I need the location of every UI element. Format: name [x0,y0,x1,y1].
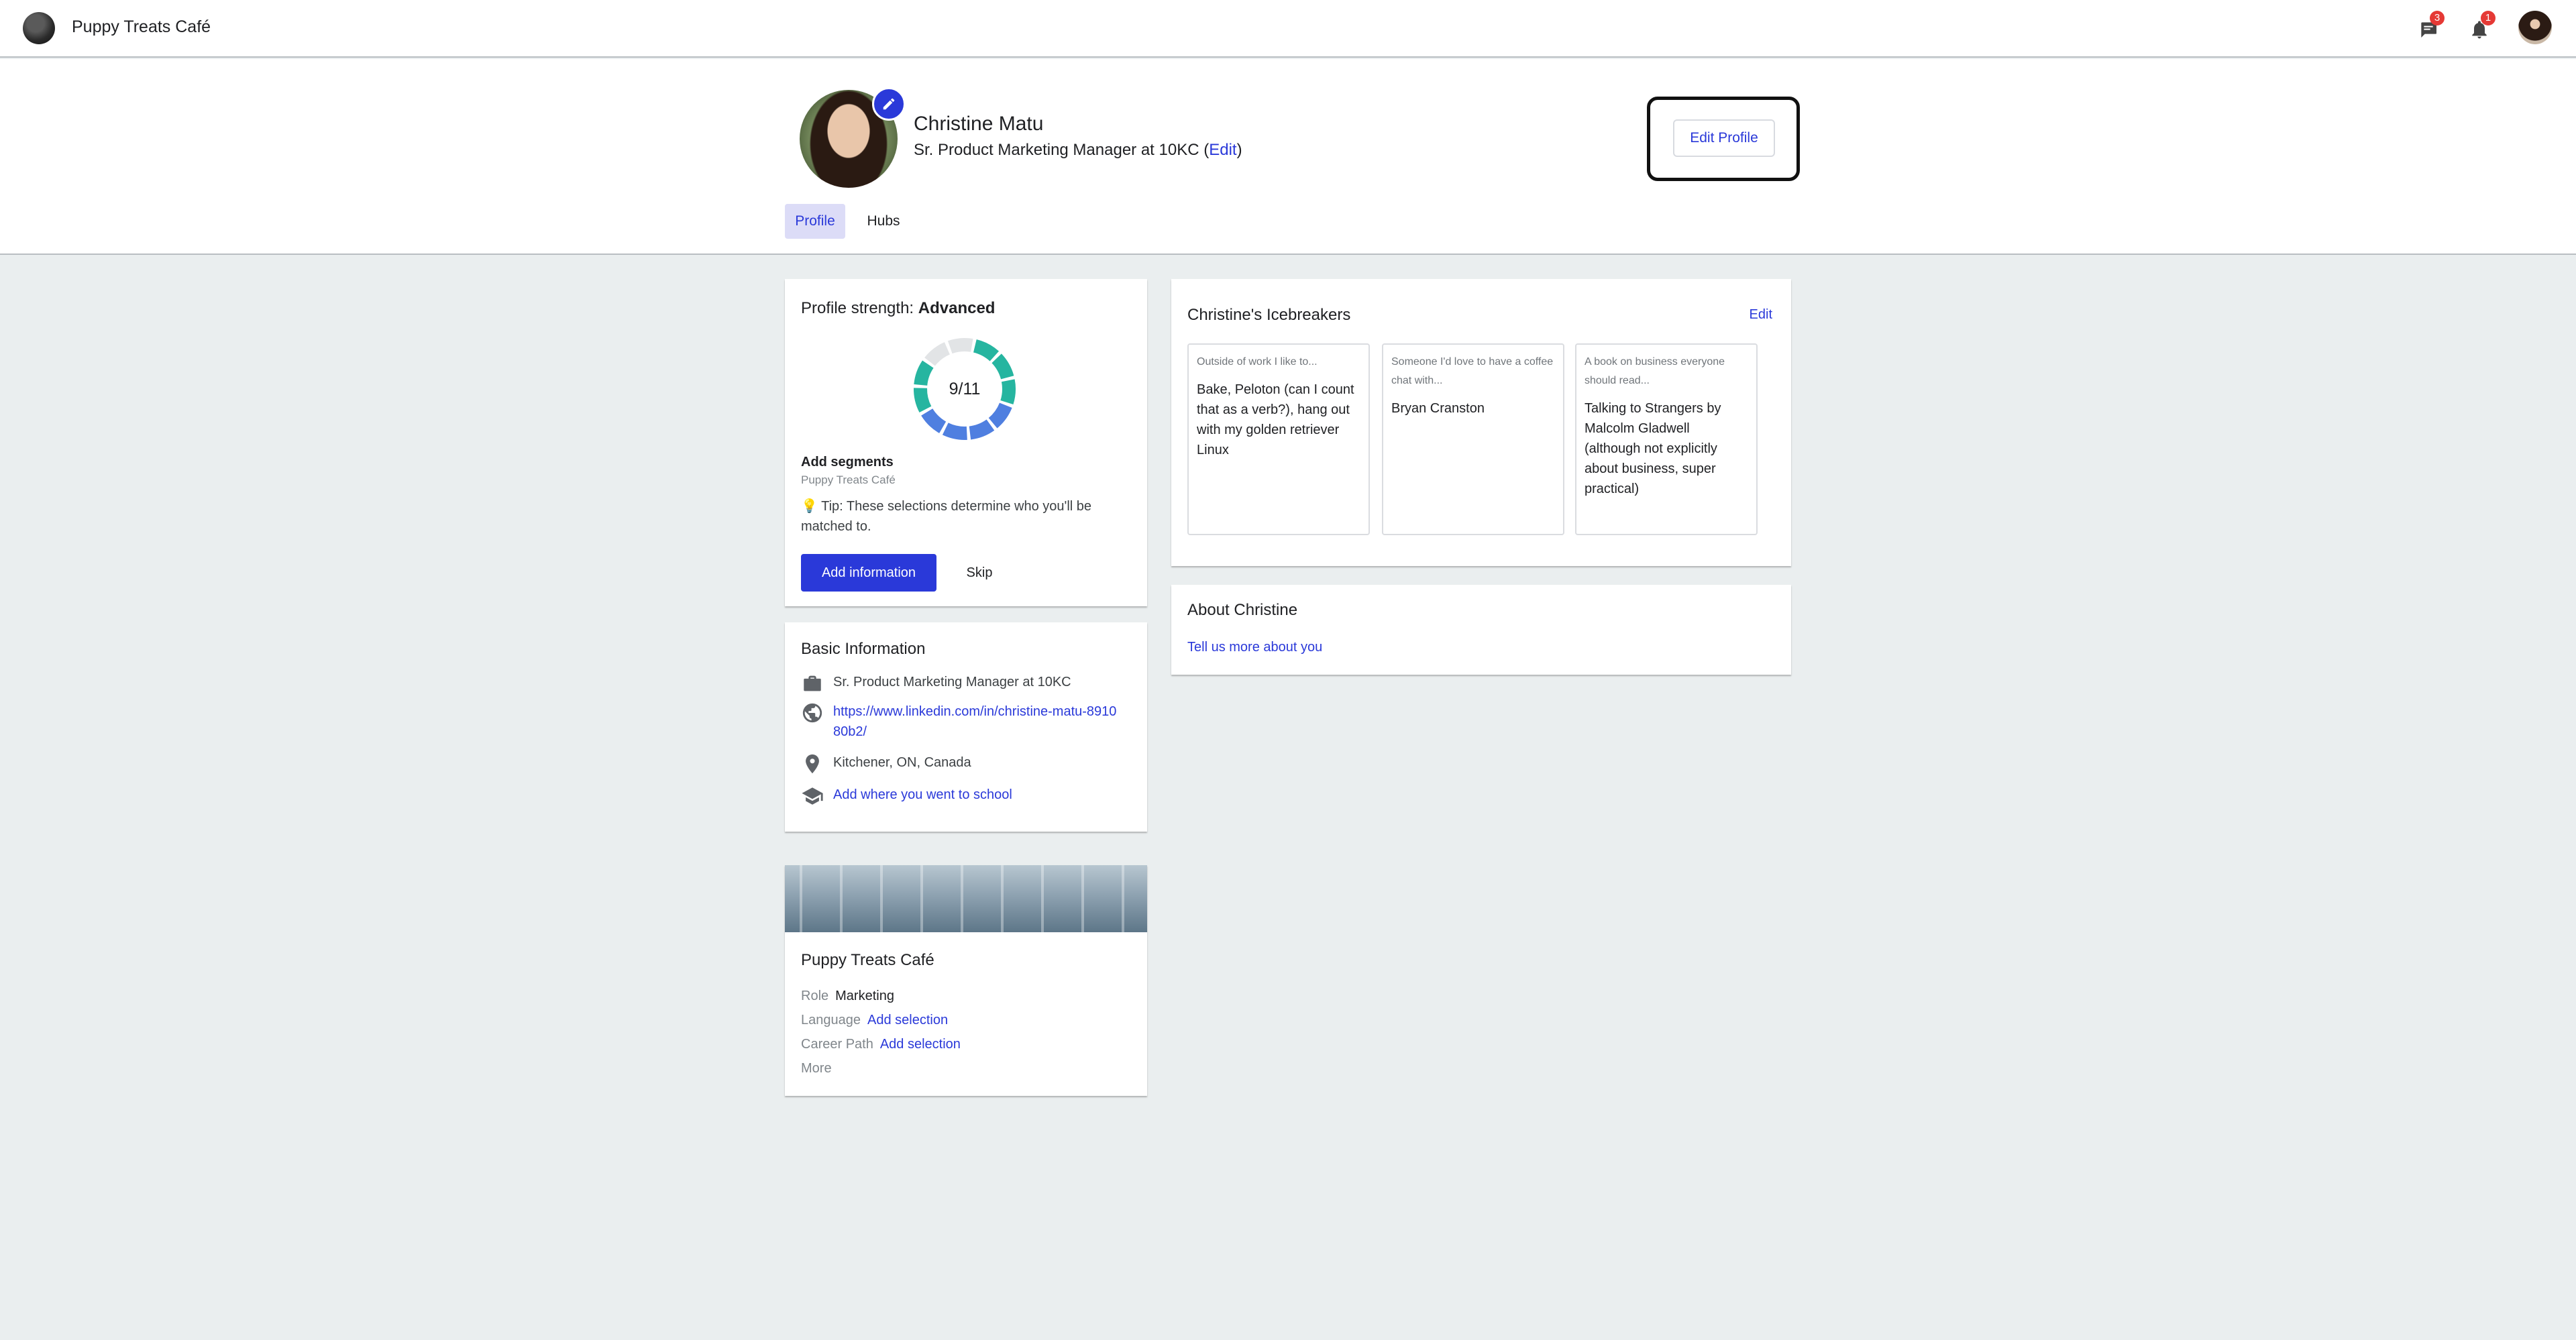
language-label: Language [801,1013,861,1027]
icebreaker-item: Someone I'd love to have a coffee chat w… [1382,343,1564,535]
tab-profile[interactable]: Profile [785,204,845,239]
messages-icon[interactable]: 3 [2418,11,2445,40]
school-row: Add where you went to school [801,785,1012,809]
bell-icon[interactable]: 1 [2469,11,2496,40]
icebreaker-prompt: Someone I'd love to have a coffee chat w… [1391,356,1554,386]
hub-card: Puppy Treats Café Role Marketing Language… [785,865,1147,1096]
brand-name[interactable]: Puppy Treats Café [72,17,211,37]
skip-button[interactable]: Skip [957,554,1002,592]
pencil-icon [883,98,895,110]
add-segments-subtitle: Puppy Treats Café [801,473,896,486]
add-school-link[interactable]: Add where you went to school [833,785,1012,805]
hub-language-row: Language Add selection [801,1010,948,1030]
tip-text: 💡 Tip: These selections determine who yo… [801,496,1130,537]
career-path-label: Career Path [801,1037,873,1052]
icebreaker-answer: Bake, Peloton (can I count that as a ver… [1197,382,1354,457]
edit-profile-button[interactable]: Edit Profile [1673,119,1775,157]
tell-us-more-link[interactable]: Tell us more about you [1187,640,1322,655]
briefcase-icon [801,672,825,696]
profile-name: Christine Matu [914,113,1044,135]
language-add-selection[interactable]: Add selection [867,1013,948,1027]
location-text: Kitchener, ON, Canada [833,755,971,770]
location-pin-icon [801,752,825,777]
user-avatar[interactable] [2518,11,2552,44]
more-label[interactable]: More [801,1061,832,1076]
linkedin-row: https://www.linkedin.com/in/christine-ma… [801,702,1123,742]
strength-level: Advanced [918,299,996,317]
strength-label: Profile strength: [801,299,914,317]
role-value: Marketing [835,989,894,1003]
linkedin-link[interactable]: https://www.linkedin.com/in/christine-ma… [833,702,1123,742]
profile-strength-card: Profile strength: Advanced 9/11 Add segm… [785,279,1147,606]
tab-hubs[interactable]: Hubs [859,204,908,239]
globe-icon [801,702,825,726]
job-row: Sr. Product Marketing Manager at 10KC [801,672,1071,696]
icebreaker-prompt: Outside of work I like to... [1197,356,1318,368]
strength-progress-text: 9/11 [949,379,981,398]
icebreaker-answer: Bryan Cranston [1391,401,1485,416]
job-title-text: Sr. Product Marketing Manager at 10KC [914,141,1199,159]
brand-logo[interactable] [23,12,55,44]
basic-information-title: Basic Information [801,640,926,658]
top-bar: Puppy Treats Café 3 1 [0,0,2576,58]
edit-title-link[interactable]: Edit [1209,141,1236,159]
icebreaker-item: A book on business everyone should read.… [1575,343,1758,535]
icebreakers-edit-link[interactable]: Edit [1750,307,1772,323]
profile-strength-title: Profile strength: Advanced [801,299,995,318]
add-segments-title: Add segments [801,455,894,469]
icebreaker-item: Outside of work I like to... Bake, Pelot… [1187,343,1370,535]
location-row: Kitchener, ON, Canada [801,752,971,777]
hub-title[interactable]: Puppy Treats Café [801,951,934,970]
job-text: Sr. Product Marketing Manager at 10KC [833,675,1071,689]
graduation-cap-icon [801,785,825,809]
hub-career-row: Career Path Add selection [801,1034,961,1054]
lightbulb-icon: 💡 [801,499,818,514]
icebreaker-answer: Talking to Strangers by Malcolm Gladwell… [1585,401,1721,496]
edit-avatar-button[interactable] [872,87,906,121]
hub-role-row: Role Marketing [801,986,894,1006]
tip-body: Tip: These selections determine who you'… [801,499,1092,534]
icebreaker-prompt: A book on business everyone should read.… [1585,356,1725,386]
notifications-badge: 1 [2481,11,2496,25]
about-title: About Christine [1187,601,1298,619]
icebreakers-card: Christine's Icebreakers Edit Outside of … [1171,279,1791,566]
basic-information-card: Basic Information Sr. Product Marketing … [785,622,1147,832]
add-information-button[interactable]: Add information [801,554,936,592]
hub-more-row: More [801,1058,839,1078]
messages-badge: 3 [2430,11,2445,25]
role-label: Role [801,989,829,1003]
profile-job-title: Sr. Product Marketing Manager at 10KC (E… [914,141,1242,159]
profile-header: Christine Matu Sr. Product Marketing Man… [0,59,2576,255]
hub-banner-image [785,865,1147,932]
icebreakers-title: Christine's Icebreakers [1187,306,1351,324]
career-path-add-selection[interactable]: Add selection [880,1037,961,1052]
about-card: About Christine Tell us more about you [1171,585,1791,675]
